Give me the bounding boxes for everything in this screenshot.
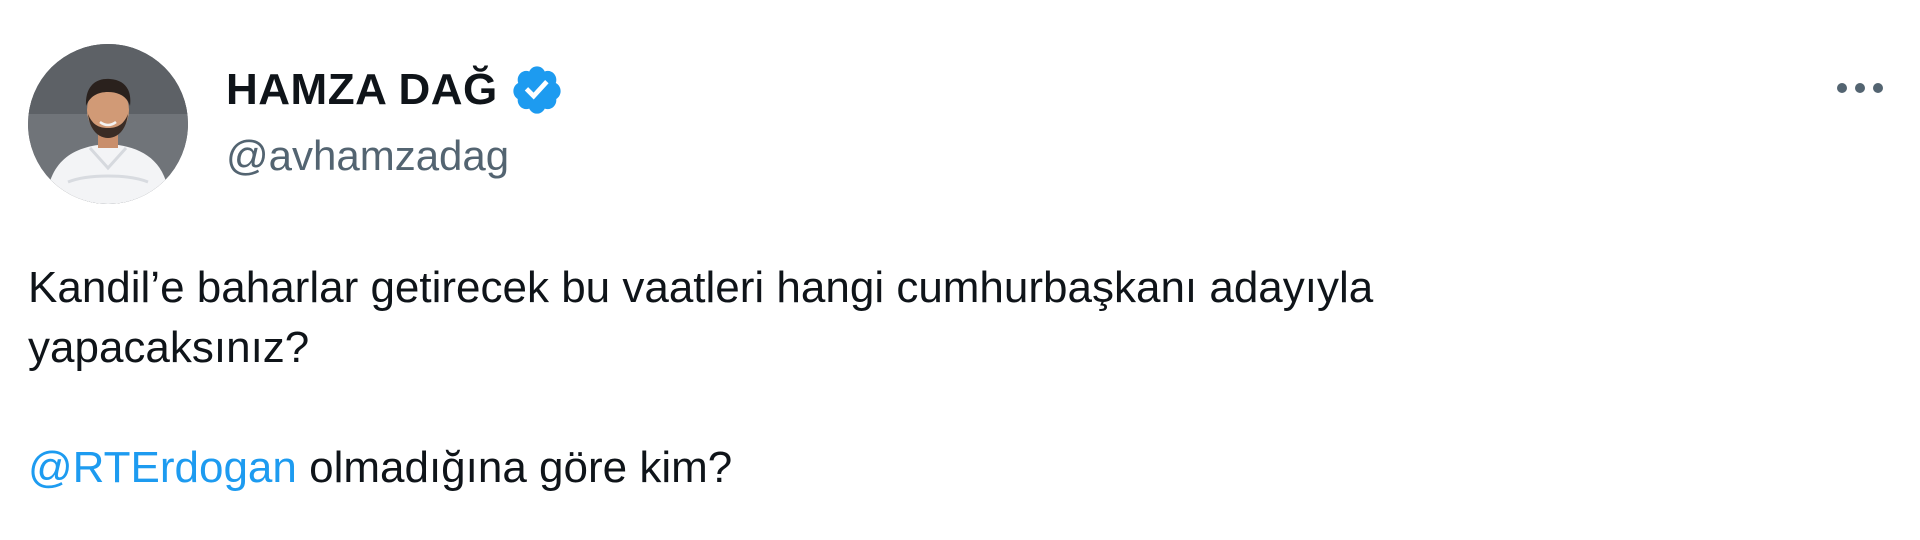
profile-photo	[28, 44, 188, 204]
user-handle[interactable]: @avhamzadag	[226, 130, 509, 182]
tweet-text: Kandil’e baharlar getirecek bu vaatleri …	[28, 258, 1888, 498]
tweet-text-line: @RTErdogan olmadığına göre kim?	[28, 438, 1888, 498]
author-info: HAMZA DAĞ	[226, 62, 564, 118]
tweet-text-line: yapacaksınız?	[28, 323, 310, 372]
tweet-card: HAMZA DAĞ @avhamzadag Kandil’e baharlar …	[0, 0, 1920, 540]
tweet-text-line: Kandil’e baharlar getirecek bu vaatleri …	[28, 263, 1374, 312]
more-options-button[interactable]	[1828, 64, 1892, 112]
tweet-text-segment: olmadığına göre kim?	[296, 443, 733, 492]
verified-badge-icon[interactable]	[510, 63, 564, 117]
more-horizontal-icon	[1837, 83, 1883, 93]
avatar[interactable]	[28, 44, 188, 204]
display-name[interactable]: HAMZA DAĞ	[226, 68, 498, 112]
mention-link[interactable]: @RTErdogan	[28, 443, 297, 492]
